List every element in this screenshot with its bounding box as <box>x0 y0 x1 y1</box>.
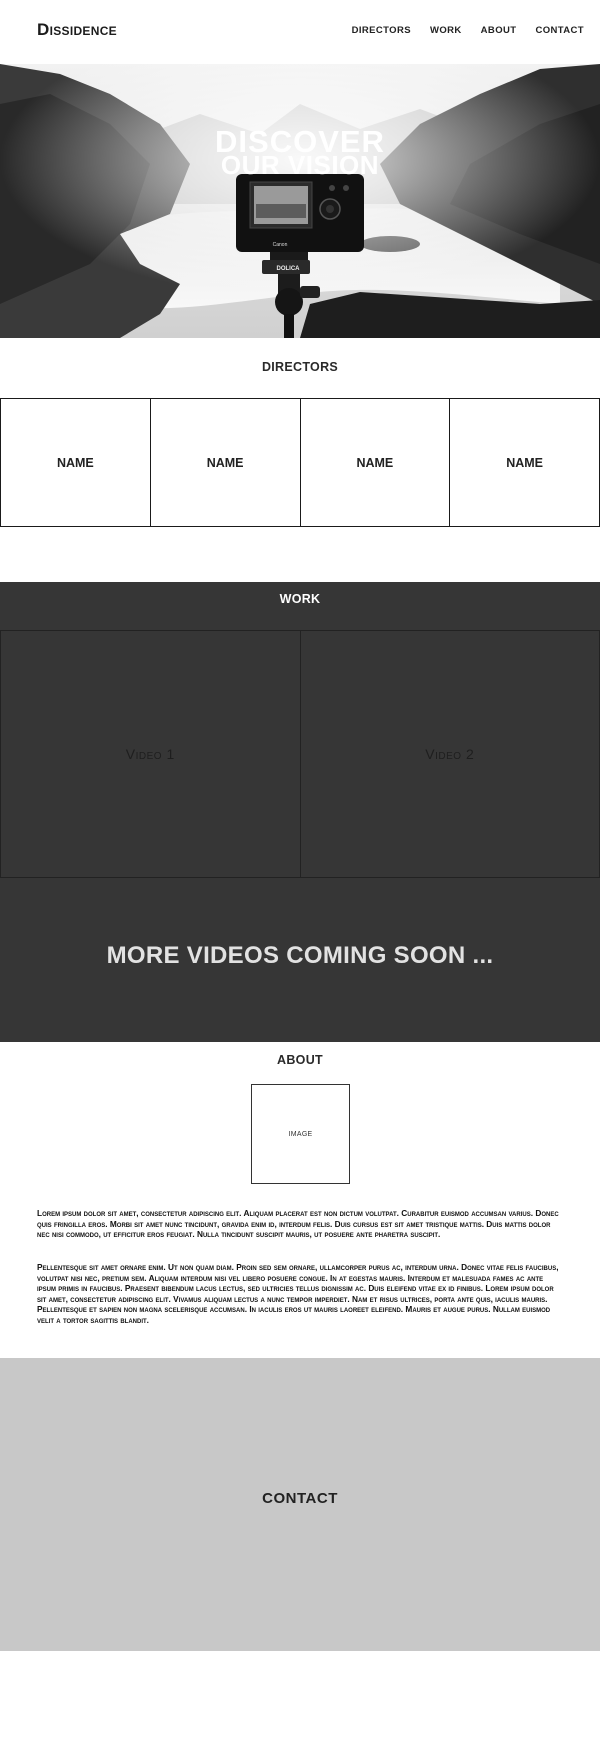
contact-heading: CONTACT <box>262 1490 338 1507</box>
director-name: NAME <box>356 455 394 470</box>
nav-link-contact[interactable]: CONTACT <box>535 25 584 36</box>
site-header: Dissidence DIRECTORS WORK ABOUT CONTACT <box>0 0 600 64</box>
about-heading: ABOUT <box>277 1053 323 1067</box>
directors-grid: NAME NAME NAME NAME <box>0 398 600 527</box>
camera-brand-text: Canon <box>273 242 288 248</box>
hero-title-line-2: OUR VISION <box>220 150 380 180</box>
video-tile-2[interactable]: Video 2 <box>301 631 600 877</box>
director-card-3[interactable]: NAME <box>301 399 451 526</box>
directors-heading: DIRECTORS <box>261 360 339 374</box>
about-paragraph-1: Lorem ipsum dolor sit amet, consectetur … <box>37 1208 559 1240</box>
nav-link-work[interactable]: WORK <box>430 25 462 36</box>
nav-link-directors[interactable]: DIRECTORS <box>352 25 411 36</box>
director-name: NAME <box>206 455 244 470</box>
about-paragraph-2: Pellentesque sit amet ornare enim. Ut no… <box>37 1262 559 1325</box>
contact-section: CONTACT <box>0 1358 600 1651</box>
hero-banner: Canon DOLICA DISCOVER OUR VISION <box>0 64 600 338</box>
director-card-1[interactable]: NAME <box>1 399 151 526</box>
director-card-2[interactable]: NAME <box>151 399 301 526</box>
site-logo[interactable]: Dissidence <box>37 20 117 40</box>
director-name: NAME <box>56 455 94 470</box>
main-nav: DIRECTORS WORK ABOUT CONTACT <box>352 25 584 36</box>
about-image-placeholder: IMAGE <box>251 1084 350 1184</box>
video-label: Video 2 <box>425 746 475 762</box>
hero-landscape-image: Canon DOLICA <box>0 64 600 338</box>
video-tile-1[interactable]: Video 1 <box>1 631 301 877</box>
coming-soon-text: MORE VIDEOS COMING SOON ... <box>106 942 494 969</box>
video-grid: Video 1 Video 2 <box>0 630 600 878</box>
nav-link-about[interactable]: ABOUT <box>481 25 517 36</box>
tripod-brand-text: DOLICA <box>277 266 301 272</box>
video-label: Video 1 <box>125 746 175 762</box>
work-heading: WORK <box>279 592 321 606</box>
work-section: WORK Video 1 Video 2 MORE VIDEOS COMING … <box>0 582 600 1042</box>
director-card-4[interactable]: NAME <box>450 399 599 526</box>
about-image-label: IMAGE <box>288 1130 313 1138</box>
director-name: NAME <box>506 455 544 470</box>
